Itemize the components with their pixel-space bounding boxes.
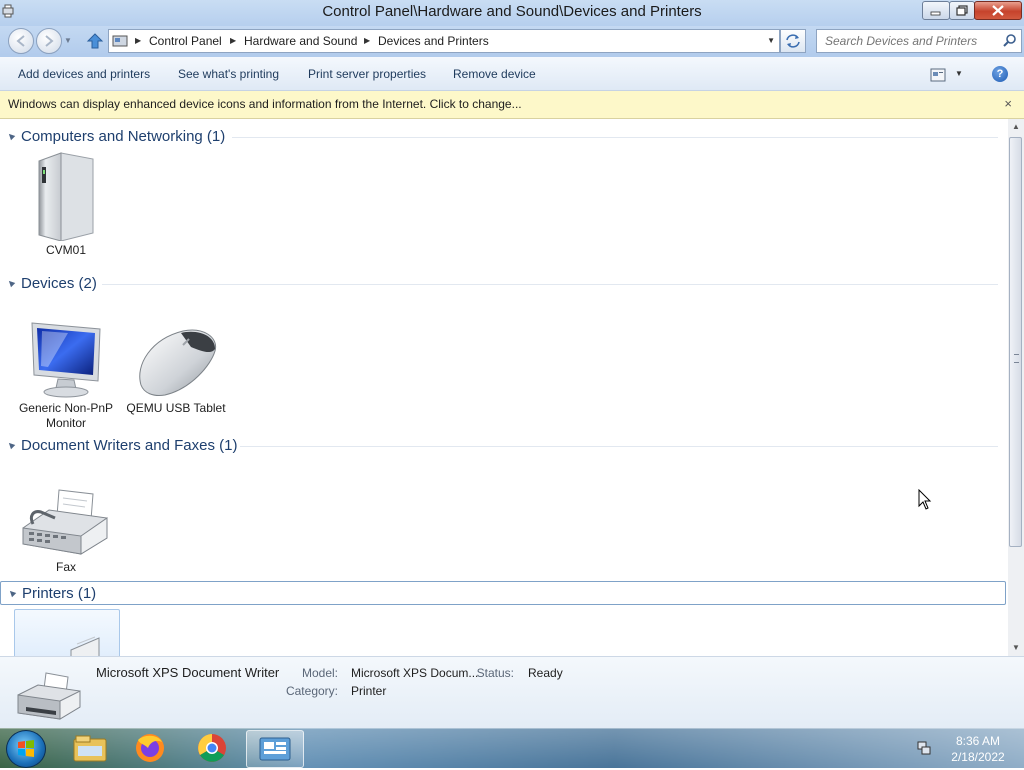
view-options-dropdown[interactable]: ▼ xyxy=(955,69,963,78)
restore-button[interactable] xyxy=(949,1,975,20)
start-orb-icon[interactable] xyxy=(6,730,46,768)
collapse-triangle-icon[interactable] xyxy=(7,588,17,598)
clock-date: 2/18/2022 xyxy=(951,750,1005,764)
search-icon[interactable] xyxy=(1003,33,1017,47)
chrome-icon[interactable] xyxy=(184,730,240,766)
printer-icon xyxy=(17,672,81,720)
model-value: Microsoft XPS Docum... xyxy=(351,666,479,680)
firefox-icon[interactable] xyxy=(122,730,178,766)
status-label: Status: xyxy=(476,666,514,680)
devices-and-printers-taskbar-icon[interactable] xyxy=(246,730,304,768)
scrollbar-grip-icon xyxy=(1014,354,1019,363)
recent-pages-dropdown[interactable]: ▼ xyxy=(64,36,72,45)
collapse-triangle-icon[interactable] xyxy=(6,278,16,288)
monitor-icon xyxy=(31,322,101,398)
device-item-xps-writer[interactable] xyxy=(14,609,120,656)
minimize-button[interactable] xyxy=(922,1,950,20)
group-header-printers[interactable]: Printers (1) xyxy=(0,581,1006,605)
status-value: Ready xyxy=(528,666,563,680)
collapse-triangle-icon[interactable] xyxy=(6,131,16,141)
print-server-properties-button[interactable]: Print server properties xyxy=(308,67,426,81)
information-bar-text[interactable]: Windows can display enhanced device icon… xyxy=(8,97,522,111)
device-item-qemu-tablet[interactable]: QEMU USB Tablet xyxy=(126,309,226,416)
change-view-icon[interactable] xyxy=(930,68,946,82)
information-bar[interactable]: Windows can display enhanced device icon… xyxy=(0,91,1024,119)
windows-logo-icon xyxy=(18,740,34,757)
address-dropdown-icon[interactable]: ▼ xyxy=(767,36,775,45)
category-label: Category: xyxy=(285,684,338,698)
search-input[interactable] xyxy=(823,33,997,49)
device-name: CVM01 xyxy=(45,243,86,257)
refresh-button[interactable] xyxy=(780,29,806,53)
group-label: Devices (2) xyxy=(21,275,97,292)
selected-device-name: Microsoft XPS Document Writer xyxy=(96,665,280,680)
device-item-generic-monitor[interactable]: Generic Non-PnP Monitor xyxy=(16,309,116,431)
vertical-scrollbar[interactable]: ▲ ▼ xyxy=(1008,119,1024,656)
device-name: Generic Non-PnP Monitor xyxy=(18,401,114,430)
group-label: Computers and Networking (1) xyxy=(21,128,226,145)
up-arrow-icon[interactable] xyxy=(86,32,104,50)
refresh-icon xyxy=(786,34,800,48)
group-divider xyxy=(240,446,998,447)
scroll-up-arrow-icon[interactable]: ▲ xyxy=(1012,122,1020,131)
mouse-icon xyxy=(139,329,217,396)
back-button[interactable] xyxy=(8,28,34,54)
group-header-document-writers[interactable]: Document Writers and Faxes (1) xyxy=(0,434,1006,458)
category-value: Printer xyxy=(351,684,387,698)
collapse-triangle-icon[interactable] xyxy=(6,440,16,450)
restore-icon xyxy=(956,5,968,16)
group-label: Printers (1) xyxy=(22,585,97,602)
printer-icon xyxy=(70,636,100,656)
breadcrumb-separator[interactable]: ▶ xyxy=(135,36,141,45)
address-bar[interactable]: ▶ Control Panel ▶ Hardware and Sound ▶ D… xyxy=(108,29,780,53)
breadcrumb-hardware-and-sound[interactable]: Hardware and Sound xyxy=(244,34,357,48)
see-whats-printing-button[interactable]: See what's printing xyxy=(178,67,279,81)
device-item-fax[interactable]: Fax xyxy=(16,468,116,575)
fax-icon xyxy=(22,489,108,555)
breadcrumb-control-panel[interactable]: Control Panel xyxy=(149,34,222,48)
file-explorer-icon[interactable] xyxy=(62,730,118,766)
device-item-cvm01[interactable]: CVM01 xyxy=(16,151,116,258)
title-bar: Control Panel\Hardware and Sound\Devices… xyxy=(0,0,1024,26)
scrollbar-thumb[interactable] xyxy=(1009,137,1022,547)
close-infobar-icon[interactable]: × xyxy=(1004,96,1012,111)
remove-device-button[interactable]: Remove device xyxy=(453,67,536,81)
breadcrumb-devices-and-printers[interactable]: Devices and Printers xyxy=(378,34,489,48)
clock-time: 8:36 AM xyxy=(955,734,1001,748)
scroll-down-arrow-icon[interactable]: ▼ xyxy=(1012,643,1020,652)
navigation-bar: ▼ ▶ Control Panel ▶ Hardware and Sound ▶… xyxy=(0,26,1024,57)
clock[interactable]: 8:36 AM 2/18/2022 xyxy=(938,733,1018,765)
taskbar: 8:36 AM 2/18/2022 xyxy=(0,728,1024,769)
close-icon xyxy=(992,5,1004,16)
device-name: QEMU USB Tablet xyxy=(126,401,226,415)
details-pane: Microsoft XPS Document Writer Model: Mic… xyxy=(0,656,1024,729)
control-panel-icon xyxy=(112,35,128,47)
group-header-computers-networking[interactable]: Computers and Networking (1) xyxy=(0,125,1006,149)
group-header-devices[interactable]: Devices (2) xyxy=(0,272,1006,296)
mouse-cursor-icon xyxy=(918,489,932,510)
devices-list: Computers and Networking (1) CVM01 Devic… xyxy=(0,119,1008,656)
window-title: Control Panel\Hardware and Sound\Devices… xyxy=(322,3,702,20)
minimize-icon xyxy=(930,11,941,16)
search-box[interactable] xyxy=(816,29,1022,53)
command-bar: Add devices and printers See what's prin… xyxy=(0,57,1024,91)
group-divider xyxy=(232,137,998,138)
model-label: Model: xyxy=(301,666,338,680)
computer-tower-icon xyxy=(38,152,94,241)
forward-button[interactable] xyxy=(36,28,62,54)
help-icon[interactable]: ? xyxy=(992,66,1008,82)
breadcrumb-separator[interactable]: ▶ xyxy=(230,36,236,45)
breadcrumb-separator[interactable]: ▶ xyxy=(364,36,370,45)
network-icon[interactable] xyxy=(916,740,932,756)
device-name: Fax xyxy=(55,560,76,574)
group-divider xyxy=(102,284,998,285)
group-label: Document Writers and Faxes (1) xyxy=(21,437,238,454)
forward-arrow-icon xyxy=(45,35,54,47)
add-devices-button[interactable]: Add devices and printers xyxy=(18,67,150,81)
close-button[interactable] xyxy=(974,1,1022,20)
back-arrow-icon xyxy=(16,35,25,47)
